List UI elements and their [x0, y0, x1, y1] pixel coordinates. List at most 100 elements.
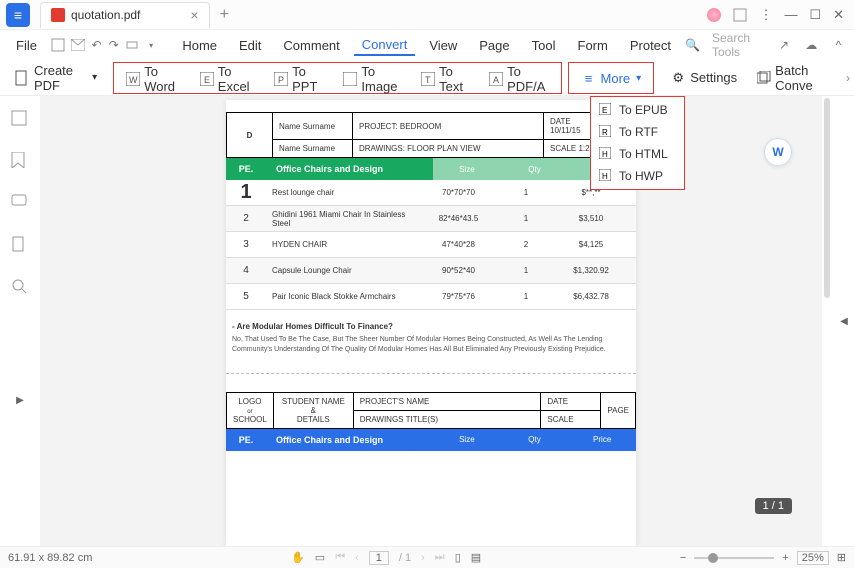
search-tools-input[interactable]: Search Tools: [712, 31, 764, 59]
to-text-button[interactable]: TTo Text: [411, 65, 479, 93]
batch-convert-button[interactable]: Batch Conve: [747, 64, 846, 92]
drawings-cell: DRAWINGS: FLOOR PLAN VIEW: [353, 140, 544, 158]
expand-sidebar-icon[interactable]: ▶: [16, 395, 24, 406]
word-icon: W: [126, 71, 140, 87]
pdf-header-table-2: LOGOorSCHOOL STUDENT NAME&DETAILS PROJEC…: [226, 392, 636, 429]
row-qty: 1: [496, 266, 556, 275]
document-tab[interactable]: quotation.pdf ×: [40, 2, 210, 28]
select-tool-icon[interactable]: ▭: [315, 551, 325, 564]
svg-text:E: E: [204, 75, 210, 85]
notification-badge-icon[interactable]: [707, 8, 721, 22]
new-tab-button[interactable]: +: [220, 6, 229, 24]
titlebar: ≡ quotation.pdf × + ⋮ — ☐ ✕: [0, 0, 854, 30]
name2-cell: Name Surname: [273, 140, 353, 158]
attachments-icon[interactable]: [11, 236, 29, 254]
product-row: 2 Ghidini 1961 Miami Chair In Stainless …: [226, 206, 636, 232]
file-menu[interactable]: File: [8, 36, 45, 55]
bookmarks-icon[interactable]: [11, 152, 29, 170]
arrow-icon: [410, 158, 420, 180]
to-pdfa-button[interactable]: ATo PDF/A: [479, 65, 558, 93]
redo-icon[interactable]: ↷: [108, 35, 119, 55]
minimize-button[interactable]: —: [784, 7, 797, 22]
menu-convert[interactable]: Convert: [354, 35, 416, 56]
to-word-button[interactable]: WTo Word: [116, 65, 190, 93]
menu-home[interactable]: Home: [174, 36, 225, 55]
menu-comment[interactable]: Comment: [275, 36, 347, 55]
search-icon[interactable]: 🔍: [685, 38, 700, 52]
prev-page-icon[interactable]: ‹: [355, 552, 359, 564]
tab-close-button[interactable]: ×: [190, 7, 198, 23]
maximize-button[interactable]: ☐: [809, 7, 821, 23]
search-panel-icon[interactable]: [11, 278, 29, 296]
toolbar-overflow-icon[interactable]: ›: [846, 71, 850, 85]
thumbnails-icon[interactable]: [11, 110, 29, 128]
product-row: 5 Pair Iconic Black Stokke Armchairs 79*…: [226, 284, 636, 310]
create-pdf-button[interactable]: Create PDF ▾: [4, 64, 107, 92]
row-price: $3,510: [556, 214, 626, 223]
zoom-slider[interactable]: [694, 557, 774, 559]
col-size: Size: [433, 435, 501, 444]
share-icon[interactable]: ↗: [776, 35, 791, 55]
scale2-cell: SCALE: [541, 410, 601, 428]
to-ppt-label: To PPT: [292, 64, 323, 94]
logo-d-cell: D: [227, 113, 273, 158]
print-caret-icon[interactable]: ▾: [145, 35, 156, 55]
tray-icon[interactable]: [733, 8, 747, 22]
product-rows: 1 Rest lounge chair 70*70*70 1 $**,**2 G…: [226, 180, 636, 310]
continuous-page-icon[interactable]: ▤: [471, 551, 481, 564]
row-name: Pair Iconic Black Stokke Armchairs: [266, 292, 421, 301]
menu-protect[interactable]: Protect: [622, 36, 679, 55]
hwp-icon: H: [599, 169, 613, 183]
next-page-icon[interactable]: ›: [421, 552, 425, 564]
word-float-icon[interactable]: W: [764, 138, 792, 166]
zoom-out-icon[interactable]: −: [680, 552, 686, 564]
to-rtf-item[interactable]: RTo RTF: [591, 121, 684, 143]
row-number: 3: [226, 239, 266, 250]
to-epub-item[interactable]: ETo EPUB: [591, 99, 684, 121]
page-current[interactable]: 1: [369, 551, 389, 565]
menu-tool[interactable]: Tool: [524, 36, 564, 55]
undo-icon[interactable]: ↶: [91, 35, 102, 55]
vertical-scrollbar[interactable]: [822, 96, 834, 546]
page-indicator: 1 / 1: [755, 498, 792, 514]
text-icon: T: [421, 71, 435, 87]
more-button[interactable]: ≡ More ▾: [571, 65, 652, 93]
settings-label: Settings: [690, 70, 737, 85]
single-page-icon[interactable]: ▯: [455, 551, 461, 564]
cloud-icon[interactable]: ☁: [804, 35, 819, 55]
last-page-icon[interactable]: ⏭: [435, 551, 445, 564]
first-page-icon[interactable]: ⏮: [335, 551, 345, 564]
to-image-button[interactable]: To Image: [333, 65, 411, 93]
section-header-blue: PE. Office Chairs and Design Size Qty Pr…: [226, 429, 636, 451]
to-html-item[interactable]: HTo HTML: [591, 143, 684, 165]
menu-view[interactable]: View: [421, 36, 465, 55]
row-size: 90*52*40: [421, 266, 496, 275]
product-row: 3 HYDEN CHAIR 47*40*28 2 $4,125: [226, 232, 636, 258]
menu-form[interactable]: Form: [570, 36, 616, 55]
hand-tool-icon[interactable]: ✋: [291, 551, 305, 564]
right-expand-handle[interactable]: ◀: [834, 96, 854, 546]
settings-button[interactable]: ⚙ Settings: [660, 64, 747, 92]
fit-page-icon[interactable]: ⊞: [837, 551, 846, 564]
menu-edit[interactable]: Edit: [231, 36, 269, 55]
kebab-menu-icon[interactable]: ⋮: [759, 7, 772, 23]
pdf-header-table: D Name Surname PROJECT: BEDROOM DATE 10/…: [226, 112, 636, 158]
zoom-in-icon[interactable]: +: [782, 552, 788, 564]
mail-icon[interactable]: [71, 35, 85, 55]
main-area: ▶ W D Name Surname PROJECT: BEDROOM DATE…: [0, 96, 854, 546]
print-icon[interactable]: [125, 35, 139, 55]
note-title: - Are Modular Homes Difficult To Finance…: [232, 322, 636, 331]
document-viewport[interactable]: W D Name Surname PROJECT: BEDROOM DATE 1…: [40, 96, 822, 546]
zoom-level[interactable]: 25%: [797, 551, 829, 565]
to-hwp-item[interactable]: HTo HWP: [591, 165, 684, 187]
comments-icon[interactable]: [11, 194, 29, 212]
date2-cell: DATE: [541, 392, 601, 410]
close-window-button[interactable]: ✕: [833, 7, 844, 23]
menu-page[interactable]: Page: [471, 36, 517, 55]
col-size: Size: [433, 165, 501, 174]
to-excel-button[interactable]: ETo Excel: [190, 65, 264, 93]
to-ppt-button[interactable]: PTo PPT: [264, 65, 333, 93]
caret-icon: ▾: [92, 72, 97, 83]
collapse-ribbon-icon[interactable]: ^: [831, 35, 846, 55]
save-icon[interactable]: [51, 35, 65, 55]
